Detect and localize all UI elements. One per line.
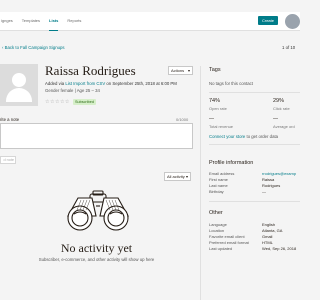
other-heading: Other (209, 210, 223, 216)
add-note-button[interactable]: d note (0, 156, 16, 164)
contact-rating-stars-icon: ☆☆☆☆☆ (45, 99, 70, 105)
other-key: Location (209, 228, 225, 233)
other-key: Last updated (209, 246, 233, 251)
other-value: Atlanta, GA (262, 228, 283, 233)
empty-activity-title: No activity yet (60, 241, 133, 255)
total-revenue-value: — (209, 116, 214, 122)
added-prefix: Added via (45, 81, 65, 86)
column-divider (200, 66, 201, 300)
main-nav: ignges Templates Lists Reports (0, 18, 90, 31)
person-silhouette-icon (12, 73, 26, 87)
added-suffix: on September 25th, 2018 at 6:00 PM (106, 81, 177, 86)
connect-store-row: Connect your store to get order data (209, 134, 278, 139)
tags-empty-text: No tags for this contact (209, 81, 253, 86)
divider (209, 92, 300, 93)
contact-demographics: Gender female | Age 25 – 34 (45, 88, 100, 93)
nav-item-reports[interactable]: Reports (67, 18, 81, 31)
average-order-label: Average ord (273, 124, 295, 129)
actions-label: Actions (171, 68, 185, 73)
connect-store-link[interactable]: Connect your store (209, 134, 245, 139)
other-value: Wed, Sep 26, 2018 (262, 246, 297, 251)
contact-name: Raissa Rodrigues (45, 63, 136, 78)
chevron-down-icon: ▾ (185, 174, 188, 179)
note-textarea[interactable] (0, 123, 193, 149)
chevron-down-icon: ▾ (187, 68, 190, 73)
profile-key: Last name (209, 183, 228, 188)
other-value: English (262, 222, 276, 227)
total-revenue-label: Total revenue (209, 124, 234, 129)
other-key: Language (209, 222, 227, 227)
status-badge: Subscribed (73, 99, 96, 105)
back-link-label: Back to Fall Campaign Signups (4, 45, 65, 50)
contact-added-info: Added via List Import from CSV on Septem… (45, 81, 177, 86)
other-value: HTML (262, 240, 273, 245)
other-key: Preferred email format (209, 240, 249, 245)
profile-key: Email address (209, 171, 235, 176)
connect-store-suffix: to get order data (246, 134, 279, 139)
profile-key: Birthday (209, 189, 224, 194)
binoculars-illustration-icon (67, 190, 129, 231)
import-source-link[interactable]: List Import from CSV (65, 81, 105, 86)
open-rate-label: Open rate (209, 106, 227, 111)
click-rate-value: 29% (273, 98, 285, 104)
note-label: rite a note (0, 117, 20, 122)
average-order-value: — (273, 116, 278, 122)
profile-key: First name (209, 177, 228, 182)
other-value: Gmail (262, 234, 273, 239)
click-rate-label: Click rate (273, 106, 290, 111)
contact-pager: 1 of 10 (282, 45, 296, 50)
empty-activity-subtitle: Subscriber, e-commerce, and other activi… (38, 257, 155, 262)
open-rate-value: 74% (209, 98, 221, 104)
profile-value: — (262, 189, 266, 194)
back-to-list-link[interactable]: ‹ Back to Fall Campaign Signups (2, 45, 65, 50)
create-button[interactable]: Create (258, 16, 278, 25)
account-avatar[interactable] (285, 14, 300, 29)
divider (209, 201, 300, 202)
nav-item-lists[interactable]: Lists (49, 18, 58, 31)
top-navigation-bar: ignges Templates Lists Reports Create (0, 12, 300, 31)
activity-filter-select[interactable]: All activity ▾ (164, 172, 191, 181)
nav-item-campaigns[interactable]: ignges (1, 18, 13, 31)
actions-dropdown-button[interactable]: Actions ▾ (168, 66, 193, 75)
profile-info-heading: Profile information (209, 160, 254, 166)
email-value-link[interactable]: rrodrigues@examp (262, 171, 296, 176)
other-key: Favorite email client (209, 234, 245, 239)
divider (209, 144, 300, 145)
profile-value: Rodrigues (262, 183, 281, 188)
profile-value: Raissa (262, 177, 275, 182)
nav-item-templates[interactable]: Templates (22, 18, 40, 31)
tags-heading: Tags (209, 67, 221, 73)
activity-filter-label: All activity (167, 174, 185, 179)
person-silhouette-body (6, 88, 32, 102)
contact-photo-placeholder (0, 64, 38, 106)
note-character-counter: 0/1000 (176, 117, 189, 122)
